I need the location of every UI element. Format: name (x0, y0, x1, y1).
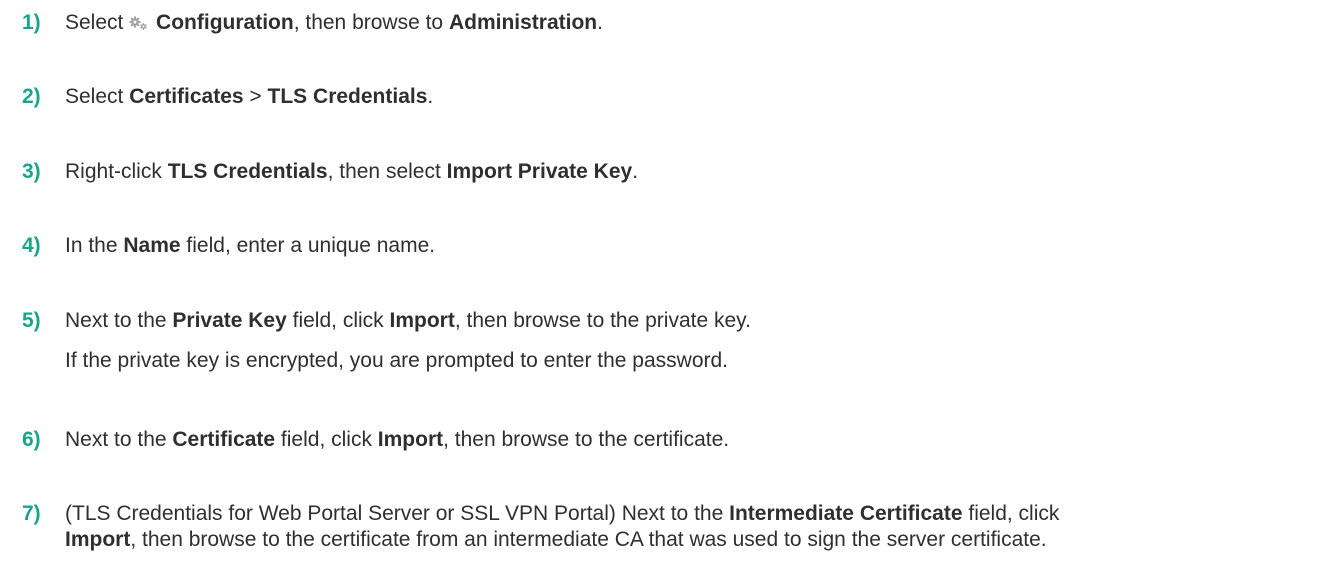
step-number: 6) (22, 428, 41, 451)
step-text: In the Name field, enter a unique name. (65, 231, 435, 261)
step-text-run: Next to the (65, 428, 173, 451)
step-text-run: In the (65, 234, 124, 257)
ui-term: Import (377, 428, 444, 451)
step-number: 3) (22, 160, 41, 183)
gear-icon (129, 16, 148, 30)
ui-term: Intermediate Certificate (729, 502, 963, 525)
step-number: 2) (22, 85, 41, 108)
step-text: Next to the Private Key field, click Imp… (65, 306, 751, 336)
step-text-run: . (597, 11, 603, 34)
step-text-run: Select (65, 85, 130, 108)
ui-term: Private Key (172, 309, 287, 332)
step-text-run: Next to the (65, 309, 173, 332)
ui-term: Import (389, 309, 455, 332)
step-text-run: Select (65, 11, 130, 34)
step-text-run: Right-click (65, 160, 168, 183)
step-text-run: , then browse to the certificate. (443, 428, 730, 451)
ui-term: TLS Credentials (167, 160, 328, 183)
step-text-run: , then browse to the certificate from an… (130, 528, 1047, 551)
step-text-run: , then browse to (293, 11, 449, 34)
step-text-run: > (243, 85, 268, 108)
step-note: If the private key is encrypted, you are… (65, 349, 729, 372)
step-text-run: field, click (962, 502, 1060, 525)
step-text-run: . (427, 85, 434, 108)
step-number: 7) (22, 502, 41, 525)
step-text: Select Certificates > TLS Credentials. (65, 82, 433, 112)
step-text: Next to the Certificate field, click Imp… (65, 425, 729, 455)
step-number: 5) (22, 309, 41, 332)
step-text-continuation: Import, then browse to the certificate f… (65, 525, 1047, 555)
step-text-run: field, click (275, 428, 378, 451)
ui-term: Import Private Key (446, 160, 633, 183)
ui-term: TLS Credentials (267, 85, 428, 108)
step-text-run: field, enter a unique name. (180, 234, 436, 257)
step-text: Select Configuration, then browse to Adm… (65, 8, 603, 38)
step-number: 4) (22, 234, 41, 257)
step-number: 1) (22, 11, 41, 34)
step-text-run: , then select (327, 160, 447, 183)
step-text-run: field, click (286, 309, 390, 332)
ui-term: Import (65, 528, 131, 551)
ui-term: Configuration (156, 11, 294, 34)
ui-term: Administration (448, 11, 598, 34)
step-text-run: , then browse to the private key. (454, 309, 751, 332)
gear-icon-wrap (129, 11, 156, 34)
step-text-run: (TLS Credentials for Web Portal Server o… (65, 502, 730, 525)
ui-term: Name (123, 234, 181, 257)
step-text-run: . (632, 160, 639, 183)
step-text: Right-click TLS Credentials, then select… (65, 157, 638, 187)
ui-term: Certificates (129, 85, 244, 108)
ui-term: Certificate (172, 428, 276, 451)
